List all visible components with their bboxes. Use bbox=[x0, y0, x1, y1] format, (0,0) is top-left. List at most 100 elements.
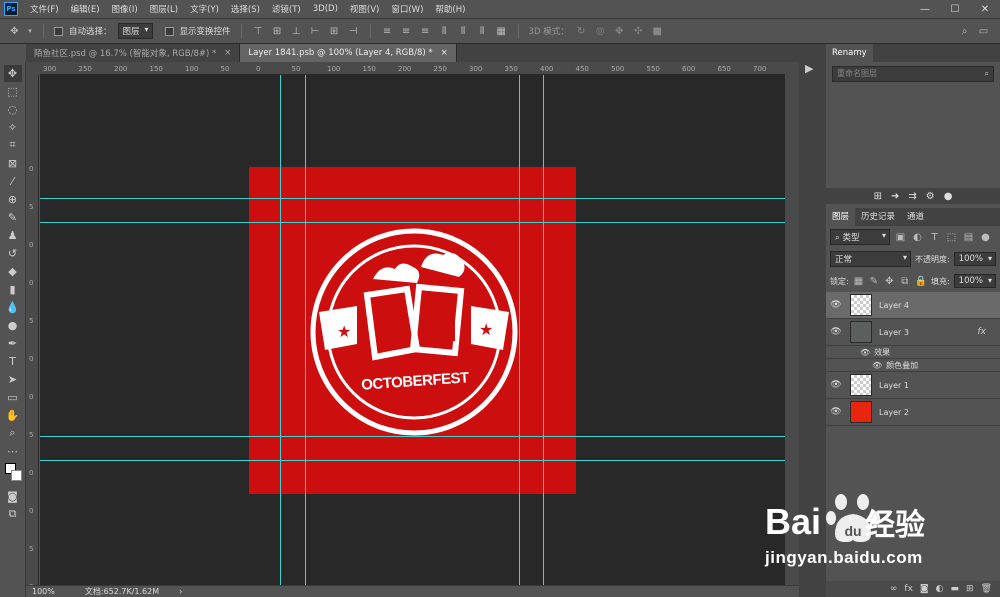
auto-select-checkbox[interactable] bbox=[54, 26, 63, 36]
tab-layers[interactable]: 图层 bbox=[826, 208, 856, 226]
menu-type[interactable]: 文字(Y) bbox=[184, 3, 225, 15]
hand-tool-icon[interactable]: ✋ bbox=[4, 407, 22, 424]
layer-name[interactable]: Layer 1 bbox=[879, 381, 909, 390]
new-layer-icon[interactable]: ⊞ bbox=[966, 584, 974, 594]
arrow-right-icon[interactable]: ⇉ bbox=[908, 191, 916, 202]
crop-tool-icon[interactable]: ⌗ bbox=[4, 137, 22, 154]
eyedropper-tool-icon[interactable]: ⁄ bbox=[4, 173, 22, 190]
eye-icon[interactable]: 👁 bbox=[860, 348, 870, 357]
more-tools-icon[interactable]: ⋯ bbox=[4, 443, 22, 460]
3d-slide-icon[interactable]: ✣ bbox=[632, 26, 645, 37]
3d-roll-icon[interactable]: ◎ bbox=[594, 26, 607, 37]
align-vcenter-icon[interactable]: ⊞ bbox=[271, 26, 284, 37]
align-right-icon[interactable]: ⊣ bbox=[347, 26, 360, 37]
layer-row-layer-3[interactable]: 👁 Layer 3 fx bbox=[826, 319, 1000, 346]
horizontal-ruler[interactable]: 300 250 200 150 100 50 0 50 100 150 200 250 300 350 40… bbox=[40, 62, 802, 75]
lock-artboard-icon[interactable]: ⧉ bbox=[899, 276, 910, 287]
filter-adjust-icon[interactable]: ◐ bbox=[911, 232, 924, 243]
artwork-layer[interactable]: ★ ★ OCTOBERFEST bbox=[249, 167, 576, 494]
brush-tool-icon[interactable]: ✎ bbox=[4, 209, 22, 226]
play-icon[interactable]: ▶ bbox=[805, 62, 813, 75]
transform-controls-checkbox[interactable] bbox=[164, 26, 174, 36]
eye-icon[interactable]: 👁 bbox=[826, 407, 846, 417]
status-arrow-icon[interactable]: › bbox=[179, 587, 182, 596]
link-icon[interactable]: ∞ bbox=[890, 584, 898, 594]
shape-tool-icon[interactable]: ▭ bbox=[4, 389, 22, 406]
align-top-icon[interactable]: ⊤ bbox=[252, 26, 265, 37]
menu-view[interactable]: 视图(V) bbox=[344, 3, 385, 15]
lock-position-icon[interactable]: ✥ bbox=[884, 276, 895, 287]
color-overlay-row[interactable]: 👁 颜色叠加 bbox=[826, 359, 1000, 372]
filter-toggle-icon[interactable]: ● bbox=[979, 232, 992, 243]
distribute-bottom-icon[interactable]: ≡ bbox=[419, 26, 432, 37]
workspace-icon[interactable]: ▭ bbox=[977, 26, 990, 37]
tab-document-2[interactable]: Layer 1841.psb @ 100% (Layer 4, RGB/8) *… bbox=[240, 44, 457, 62]
properties-icon[interactable]: ⊞ bbox=[874, 191, 882, 202]
tab-close-icon[interactable]: × bbox=[441, 48, 448, 58]
menu-select[interactable]: 选择(S) bbox=[225, 3, 266, 15]
eye-icon[interactable]: 👁 bbox=[826, 380, 846, 390]
canvas-scrollbar[interactable] bbox=[785, 62, 799, 585]
auto-select-dropdown[interactable]: 图层 bbox=[117, 23, 153, 39]
distribute-vcenter-icon[interactable]: ≡ bbox=[400, 26, 413, 37]
path-select-tool-icon[interactable]: ➤ bbox=[4, 371, 22, 388]
move-tool-icon[interactable]: ✥ bbox=[3, 64, 22, 82]
eraser-tool-icon[interactable]: ◆ bbox=[4, 263, 22, 280]
eye-icon[interactable]: 👁 bbox=[872, 361, 882, 370]
move-tool-icon[interactable]: ✥ bbox=[8, 26, 21, 37]
close-button[interactable]: ✕ bbox=[970, 4, 1000, 15]
blur-tool-icon[interactable]: 💧 bbox=[4, 299, 22, 316]
frame-tool-icon[interactable]: ⊠ bbox=[4, 155, 22, 172]
fill-input[interactable]: 100% bbox=[953, 274, 996, 288]
layer-name[interactable]: Layer 3 bbox=[879, 328, 909, 337]
eye-icon[interactable]: 👁 bbox=[826, 300, 846, 310]
arrow-icon[interactable]: ➜ bbox=[891, 191, 899, 202]
menu-image[interactable]: 图像(I) bbox=[106, 3, 144, 15]
tab-channels[interactable]: 通道 bbox=[901, 208, 930, 226]
3d-rotate-icon[interactable]: ↻ bbox=[575, 26, 588, 37]
distribute-hcenter-icon[interactable]: ⦀ bbox=[457, 26, 470, 37]
chevron-down-icon[interactable]: ▾ bbox=[27, 27, 33, 35]
fx-icon[interactable]: fx bbox=[978, 327, 987, 337]
lock-transparent-icon[interactable]: ▦ bbox=[853, 276, 864, 287]
guide-horizontal[interactable] bbox=[40, 436, 785, 437]
filter-type-icon[interactable]: T bbox=[928, 232, 941, 243]
guide-horizontal[interactable] bbox=[40, 460, 785, 461]
pen-tool-icon[interactable]: ✒ bbox=[4, 335, 22, 352]
align-bottom-icon[interactable]: ⊥ bbox=[290, 26, 303, 37]
menu-window[interactable]: 窗口(W) bbox=[385, 3, 429, 15]
filter-shape-icon[interactable]: ⬚ bbox=[945, 232, 958, 243]
lock-all-icon[interactable]: 🔒 bbox=[915, 276, 927, 287]
zoom-level[interactable]: 100% bbox=[32, 587, 55, 596]
maximize-button[interactable]: ☐ bbox=[940, 4, 970, 15]
menu-filter[interactable]: 滤镜(T) bbox=[266, 3, 307, 15]
distribute-right-icon[interactable]: ⦀ bbox=[476, 26, 489, 37]
align-left-icon[interactable]: ⊢ bbox=[309, 26, 322, 37]
lasso-tool-icon[interactable]: ◌ bbox=[4, 101, 22, 118]
search-icon[interactable]: ⌕ bbox=[958, 26, 971, 37]
menu-file[interactable]: 文件(F) bbox=[24, 3, 65, 15]
trash-icon[interactable]: 🗑 bbox=[981, 584, 992, 594]
stamp-tool-icon[interactable]: ♟ bbox=[4, 227, 22, 244]
adjustment-icon[interactable]: ◐ bbox=[936, 584, 944, 594]
guide-vertical[interactable] bbox=[305, 75, 306, 585]
guide-vertical[interactable] bbox=[543, 75, 544, 585]
menu-3d[interactable]: 3D(D) bbox=[307, 4, 344, 14]
minimize-button[interactable]: — bbox=[910, 4, 940, 15]
auto-align-icon[interactable]: ▦ bbox=[495, 26, 508, 37]
filter-smart-icon[interactable]: ▤ bbox=[962, 232, 975, 243]
mask-icon[interactable]: ◙ bbox=[920, 584, 929, 594]
zoom-tool-icon[interactable]: ⌕ bbox=[4, 425, 22, 442]
layer-name[interactable]: Layer 4 bbox=[879, 301, 909, 310]
menu-help[interactable]: 帮助(H) bbox=[429, 3, 471, 15]
menu-layer[interactable]: 图层(L) bbox=[144, 3, 184, 15]
guide-vertical[interactable] bbox=[519, 75, 520, 585]
magic-wand-tool-icon[interactable]: ✧ bbox=[4, 119, 22, 136]
distribute-top-icon[interactable]: ≡ bbox=[381, 26, 394, 37]
tab-document-1[interactable]: 陌鱼社区.psd @ 16.7% (智能对象, RGB/8#) * × bbox=[26, 44, 241, 62]
filter-type-dropdown[interactable]: ⌕ 类型 bbox=[830, 229, 890, 245]
healing-brush-icon[interactable]: ⊕ bbox=[4, 191, 22, 208]
3d-pan-icon[interactable]: ✥ bbox=[613, 26, 626, 37]
lock-paint-icon[interactable]: ✎ bbox=[868, 276, 879, 287]
canvas-area[interactable]: ★ ★ OCTOBERFEST bbox=[40, 75, 785, 585]
